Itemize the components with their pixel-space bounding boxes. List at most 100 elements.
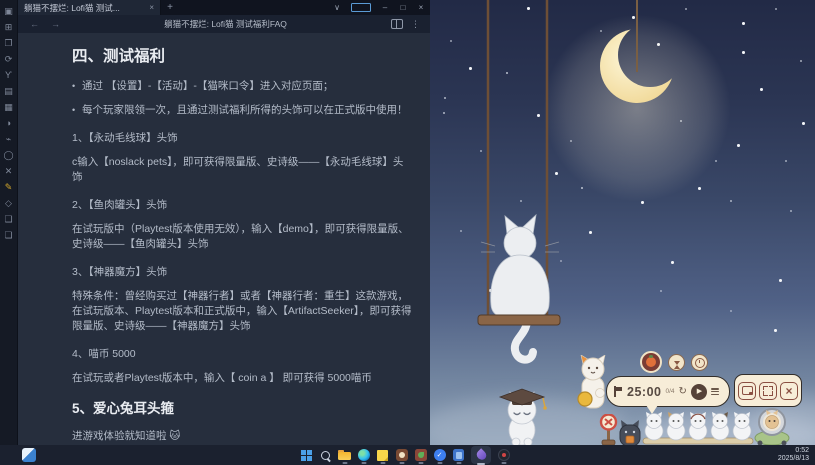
windows-taskbar: ✓ 0:52 2025/8/13 [0, 445, 815, 465]
session-counter: 0/4 [665, 388, 675, 395]
expand-icon [763, 385, 773, 396]
clear-icon[interactable]: ✕ [1, 163, 17, 179]
tab-title: 躺猫不摆烂: Lofi猫 测试... [24, 2, 120, 13]
play-button[interactable]: ▶ [690, 383, 707, 400]
note-app-window: ▣ ⊞ ❐ ⟳ ϒ ▤ ▦ ◑ ⌁ ◯ ✕ ✎ ◇ ❑ ❏ 躺猫不摆烂: Lof… [0, 0, 430, 445]
alarm-tab-button[interactable] [691, 354, 708, 371]
file-explorer-button[interactable] [338, 447, 351, 463]
clock-date: 2025/8/13 [777, 455, 809, 462]
doc-item-body: 特殊条件：曾经购买过【神器行者】或者【神器行者：重生】这款游戏，在试玩版本、Pl… [72, 290, 412, 332]
comment-icon[interactable]: ❏ [1, 227, 17, 243]
start-button[interactable] [300, 447, 313, 463]
pomodoro-tab-button[interactable] [640, 351, 662, 373]
system-clock[interactable]: 0:52 2025/8/13 [778, 447, 809, 463]
pin-window-icon[interactable] [351, 3, 371, 12]
graph-icon[interactable]: ϒ [1, 67, 17, 83]
tomato-icon [646, 355, 656, 367]
picture-in-picture-icon [741, 386, 753, 395]
stars-layer-dim [430, 0, 432, 2]
minimize-button[interactable]: – [376, 0, 394, 15]
tab-bar: 躺猫不摆烂: Lofi猫 测试... × + ∨ – □ × [18, 0, 430, 15]
doc-item-body: 在试玩版中（Playtest版本使用无效），输入【demo】，即可获得限量版、史… [72, 223, 409, 250]
device-icon [453, 449, 464, 461]
sync-icon[interactable]: ⟳ [1, 51, 17, 67]
doc-item-title: 3、【神器魔方】头饰 [72, 266, 168, 278]
edge-browser-button[interactable] [357, 447, 370, 463]
flag-icon[interactable] [614, 386, 623, 397]
crescent-moon [600, 29, 674, 103]
document-toolbar: ← → 躺猫不摆烂: Lofi猫 测试福利FAQ ⋮ [18, 15, 430, 34]
folder-icon [338, 450, 351, 460]
doc-item-title: 1、【永动毛线球】头饰 [72, 132, 178, 144]
check-icon: ✓ [433, 449, 446, 461]
diamond-icon[interactable]: ◇ [1, 195, 17, 211]
edit-pencil-icon[interactable]: ✎ [1, 179, 17, 195]
close-button[interactable]: × [412, 0, 430, 15]
workspace-icon[interactable]: ⊞ [1, 19, 17, 35]
hourglass-tab-button[interactable] [668, 354, 685, 371]
alarm-clock-icon [694, 357, 705, 368]
doc-bullet: 通过 【设置】-【活动】-【猫咪口令】进入对应页面； [72, 79, 412, 94]
doc-item-body: 在试玩或者Playtest版本中，输入【 coin a 】 即可获得 5000喵… [72, 372, 372, 384]
tab-overflow-chevron-icon[interactable]: ∨ [328, 0, 346, 15]
desktop: ▣ ⊞ ❐ ⟳ ϒ ▤ ▦ ◑ ⌁ ◯ ✕ ✎ ◇ ❑ ❏ 躺猫不摆烂: Lof… [0, 0, 815, 465]
reset-loop-icon[interactable]: ↻ [679, 386, 687, 397]
expand-button[interactable] [759, 381, 777, 400]
lucky-cat-mascot[interactable] [573, 355, 613, 413]
more-options-icon[interactable]: ⋮ [411, 19, 420, 30]
back-icon[interactable]: ← [30, 19, 39, 29]
doc-outro: 进游戏体验就知道啦 🐱 [72, 430, 181, 442]
notes-icon [377, 449, 388, 461]
windows-logo-icon [301, 449, 312, 461]
timer-display: 25:00 [627, 384, 662, 399]
app-logo-icon[interactable]: ▣ [1, 3, 17, 19]
doc-item-title: 4、喵币 5000 [72, 348, 136, 360]
recorder-app-button[interactable] [497, 447, 510, 463]
theme-icon[interactable]: ◑ [1, 115, 17, 131]
pet-black-cat[interactable] [616, 417, 644, 447]
edge-icon [357, 449, 370, 461]
layout-icon[interactable]: ▤ [1, 83, 17, 99]
circle-icon[interactable]: ◯ [1, 147, 17, 163]
todo-app-button[interactable]: ✓ [433, 447, 446, 463]
device-app-button[interactable] [452, 447, 465, 463]
plugin-icon[interactable]: ⌁ [1, 131, 17, 147]
playlist-menu-icon[interactable] [710, 387, 719, 396]
pomodoro-timer-bar[interactable]: 25:00 0/4 ↻ ▶ [606, 376, 730, 407]
reading-mode-icon[interactable] [391, 19, 403, 29]
mini-window-button[interactable] [738, 381, 756, 400]
app-sidebar-rail: ▣ ⊞ ❐ ⟳ ϒ ▤ ▦ ◑ ⌁ ◯ ✕ ✎ ◇ ❑ ❏ [0, 0, 18, 445]
taskbar-center-icons: ✓ [300, 445, 510, 465]
tab-faq[interactable]: 躺猫不摆烂: Lofi猫 测试... × [18, 0, 161, 15]
doc-item-body: c输入【noslack pets】，即可获得限量版、史诗级——【永动毛线球】头饰 [72, 156, 404, 183]
maximize-button[interactable]: □ [394, 0, 412, 15]
cat-app-icon [395, 449, 408, 461]
search-button[interactable] [319, 447, 332, 463]
swing-with-cat [477, 0, 561, 364]
doc-heading: 四、测试福利 [72, 48, 166, 65]
record-icon [497, 449, 510, 461]
photo-app-button[interactable] [414, 447, 427, 463]
search-icon [321, 450, 330, 460]
document-title: 躺猫不摆烂: Lofi猫 测试福利FAQ [164, 19, 287, 29]
card-icon[interactable]: ❑ [1, 211, 17, 227]
tab-close-icon[interactable]: × [149, 3, 154, 12]
hourglass-icon [673, 360, 680, 369]
pet-cat-vehicle[interactable] [752, 404, 792, 446]
active-app-button[interactable] [471, 446, 491, 464]
photo-app-icon [414, 449, 427, 461]
pet-cats-bench-row[interactable] [641, 412, 755, 446]
doc-bullet: 每个玩家限领一次，且通过测试福利所得的头饰可以在正式版中使用！ [72, 103, 412, 118]
pet-cat-graduation-cap[interactable] [494, 384, 550, 445]
sticky-notes-button[interactable] [376, 447, 389, 463]
new-tab-button[interactable]: + [161, 0, 179, 15]
taskbar-pinned-app-icon[interactable] [22, 448, 36, 462]
panel-icon[interactable]: ❐ [1, 35, 17, 51]
lofi-app-button[interactable] [395, 447, 408, 463]
window-controls: ∨ – □ × [328, 0, 430, 15]
flame-icon [474, 448, 488, 462]
grid-icon[interactable]: ▦ [1, 99, 17, 115]
forward-icon[interactable]: → [51, 19, 60, 29]
widget-close-button[interactable]: × [780, 381, 798, 400]
clock-time: 0:52 [795, 447, 809, 454]
